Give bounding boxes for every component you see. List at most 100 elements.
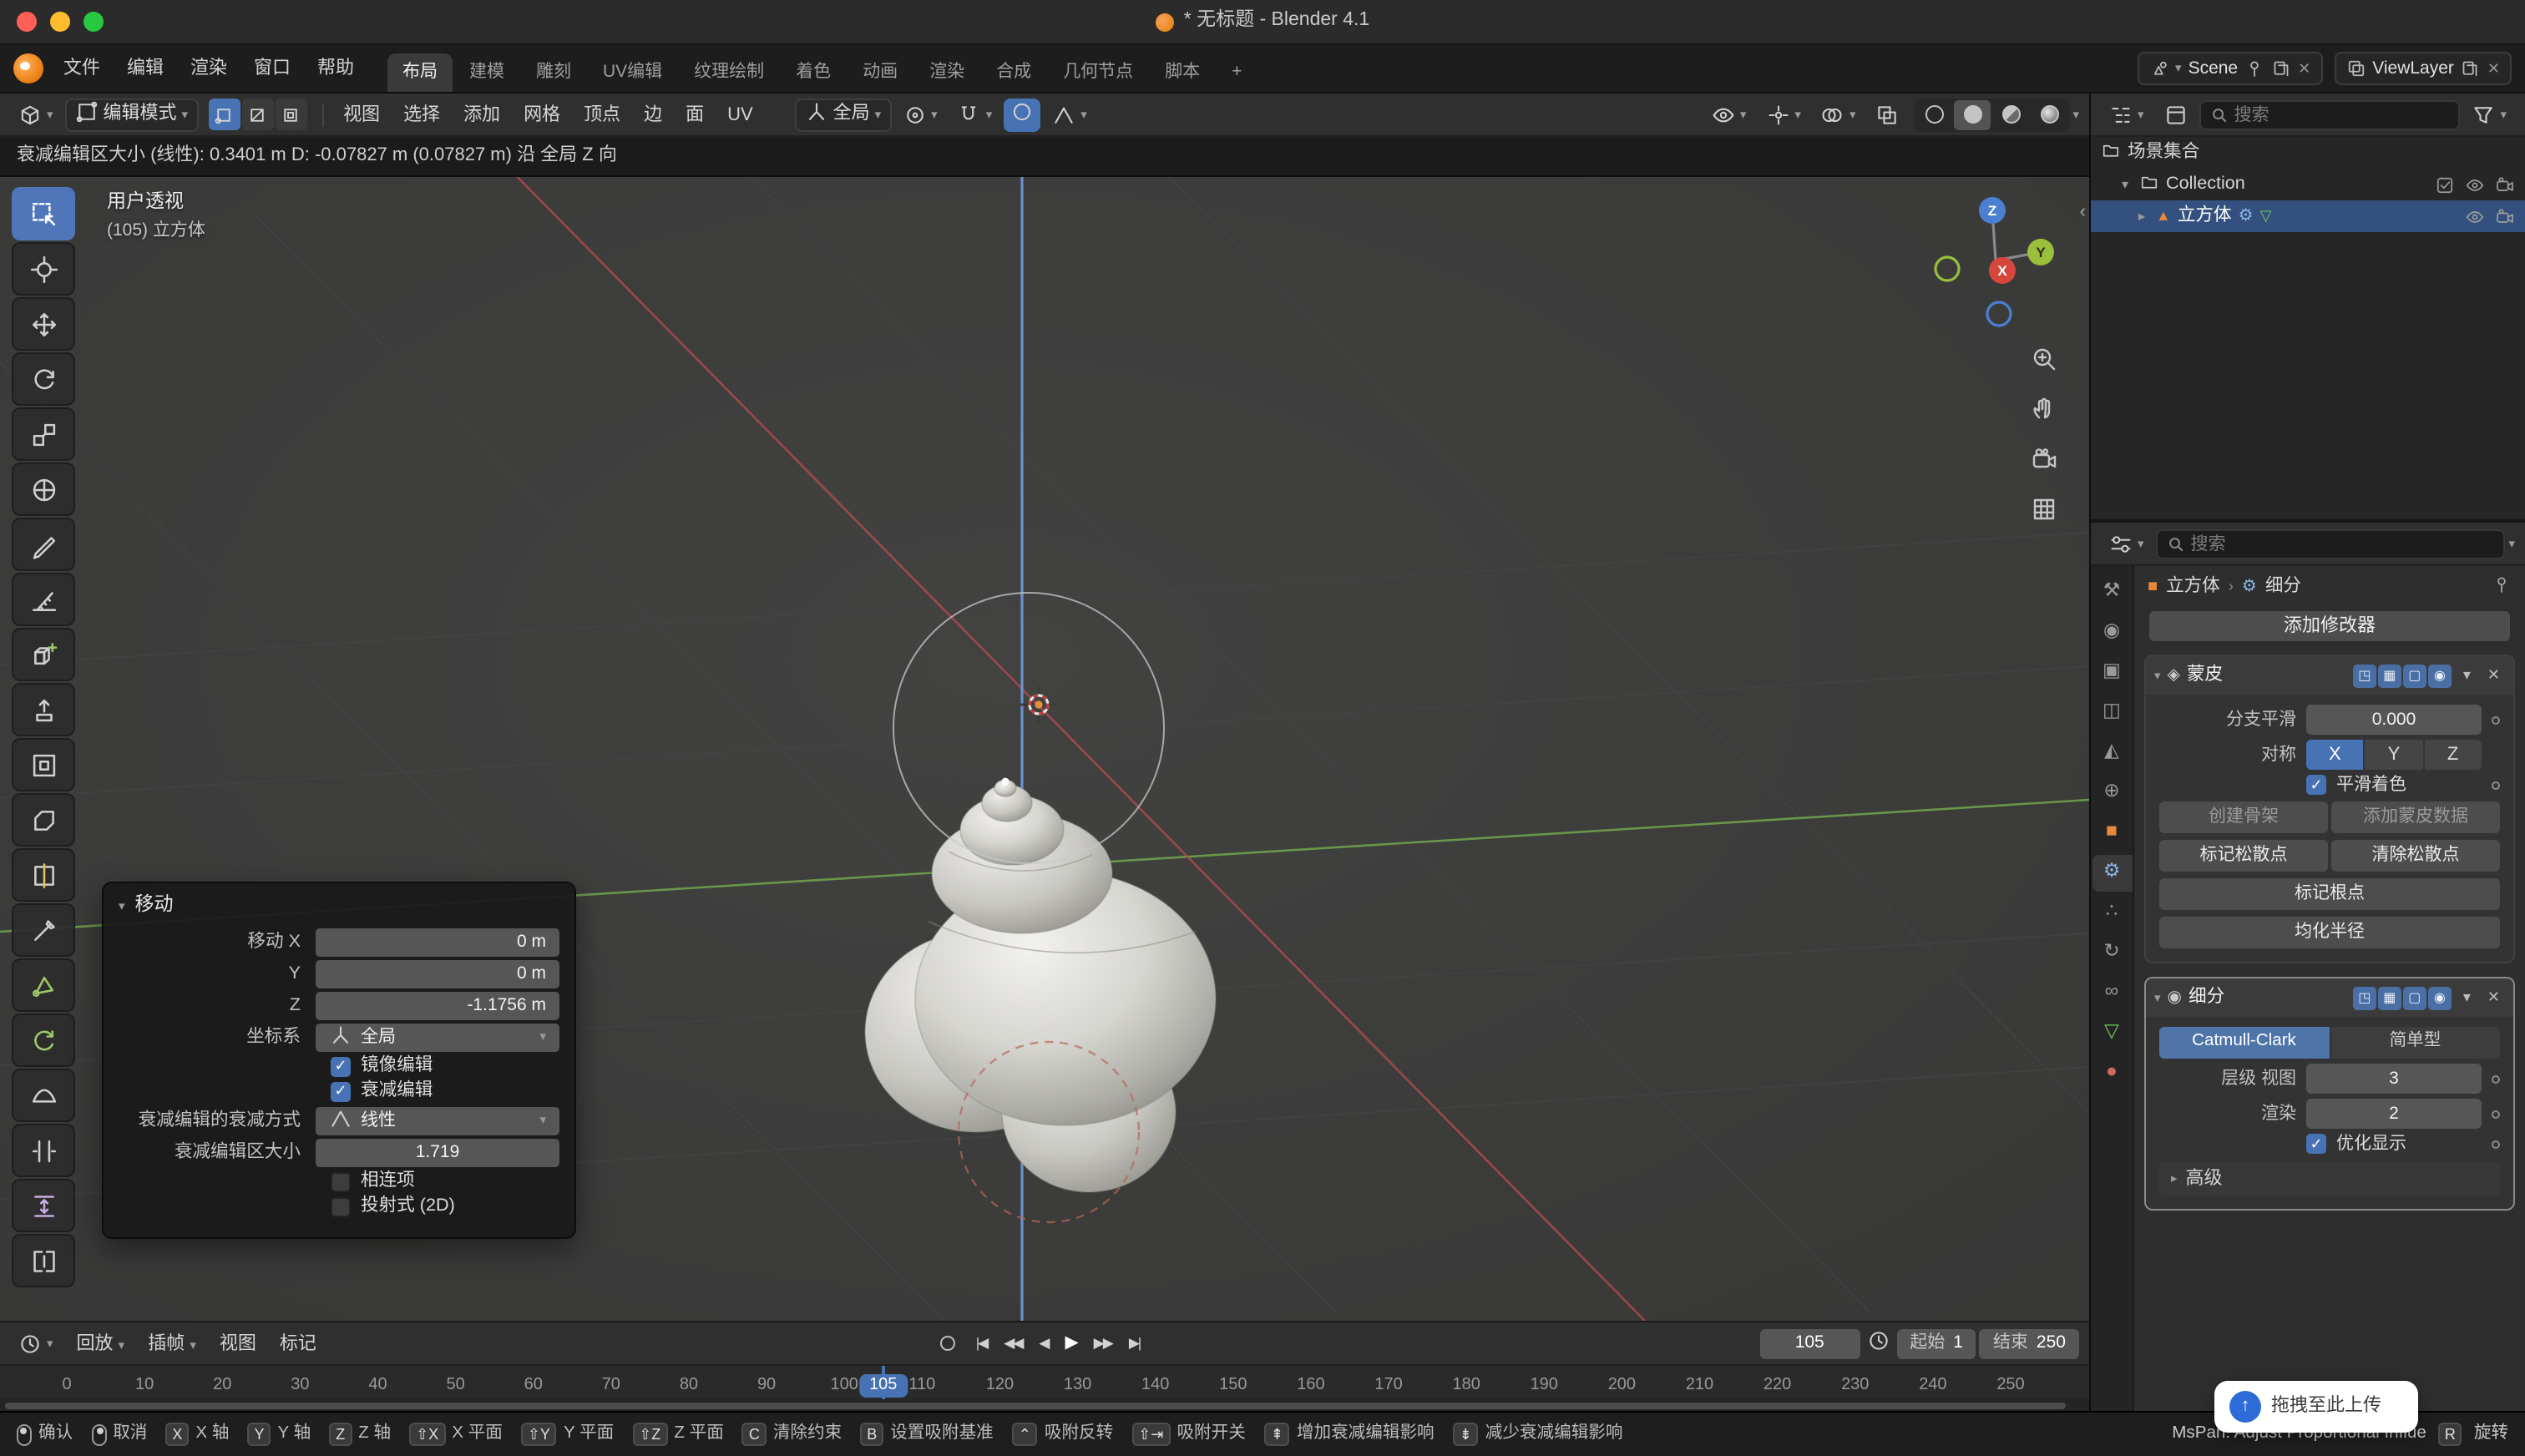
face-select-button[interactable] [275, 99, 306, 130]
disable-in-renders-icon[interactable] [2495, 174, 2515, 195]
outliner-search-input[interactable] [2234, 104, 2449, 124]
proportional-editing-toggle[interactable] [1004, 98, 1040, 131]
tool-rip-region[interactable] [12, 1234, 75, 1287]
display-on-cage-toggle[interactable]: ◳ [2353, 664, 2376, 687]
create-armature-button[interactable]: 创建骨架 [2159, 801, 2328, 833]
advanced-subpanel-toggle[interactable]: ▸ 高级 [2159, 1162, 2500, 1196]
topbar-menu-帮助[interactable]: 帮助 [304, 53, 367, 84]
optimal-display-checkbox[interactable]: ✓ [2306, 1134, 2326, 1154]
pin-id-icon[interactable] [2492, 574, 2512, 599]
add-modifier-button[interactable]: 添加修改器 [2148, 609, 2512, 643]
properties-tab-output[interactable]: ▣ [2092, 655, 2132, 691]
orientation-dropdown[interactable]: 全局 ▾ [316, 1023, 559, 1051]
scrollbar-thumb[interactable] [5, 1402, 2066, 1408]
solid-shading-button[interactable] [1954, 99, 1991, 129]
symmetry-y-button[interactable]: Y [2366, 740, 2423, 770]
skin-modifier-name[interactable]: 蒙皮 [2187, 666, 2223, 685]
hide-in-viewport-icon[interactable] [2465, 174, 2485, 195]
levels-render-field[interactable]: 2 [2306, 1099, 2482, 1129]
jump-to-end-button[interactable]: ▶| [1122, 1333, 1147, 1354]
sidebar-collapse-icon[interactable]: ‹ [2080, 204, 2086, 222]
properties-tab-view-layer[interactable]: ◫ [2092, 695, 2132, 731]
mirror-editing-checkbox[interactable]: ✓ [331, 1056, 351, 1076]
outliner-display-mode-button[interactable] [2156, 98, 2196, 131]
selected-vertex[interactable] [1002, 778, 1009, 786]
viewport-menu-UV[interactable]: UV [716, 98, 765, 131]
outliner-filter-button[interactable]: ▾ [2463, 98, 2515, 131]
outliner-row-collection[interactable]: ▾ Collection [2091, 169, 2525, 200]
decorator-dot[interactable] [2492, 781, 2500, 789]
outliner-row-cube[interactable]: ▸ ▲ 立方体 ⚙ ▽ [2091, 200, 2525, 232]
navigation-gizmo[interactable]: Z Y X [1925, 190, 2066, 331]
tool-loop-cut[interactable] [12, 848, 75, 902]
next-keyframe-button[interactable]: ▶▶ [1087, 1333, 1119, 1354]
tool-knife[interactable] [12, 903, 75, 957]
properties-tab-object[interactable]: ■ [2092, 815, 2132, 852]
pivot-point-selector[interactable]: ▾ [894, 98, 946, 131]
properties-tab-world[interactable]: ⊕ [2092, 775, 2132, 811]
viewport-3d[interactable]: 用户透视 (105) 立方体 Z Y [0, 177, 2089, 1321]
hide-in-viewport-icon[interactable] [2465, 206, 2485, 226]
workspace-tab-脚本[interactable]: 脚本 [1150, 53, 1215, 92]
display-editmode-toggle[interactable]: ▦ [2378, 664, 2401, 687]
workspace-tab-UV编辑[interactable]: UV编辑 [588, 53, 677, 92]
levels-viewport-field[interactable]: 3 [2306, 1064, 2482, 1094]
workspace-tab-+[interactable]: + [1217, 53, 1257, 92]
pan-view-button[interactable] [2026, 391, 2062, 427]
topbar-menu-文件[interactable]: 文件 [50, 53, 114, 84]
decorator-dot[interactable] [2492, 715, 2500, 724]
frame-start-field[interactable]: 起始1 [1896, 1328, 1976, 1358]
zoom-window-button[interactable] [83, 12, 104, 32]
properties-search-input[interactable] [2191, 533, 2494, 554]
properties-tab-object-data[interactable]: ▽ [2092, 1015, 2132, 1052]
branch-smoothing-field[interactable]: 0.000 [2306, 705, 2482, 735]
modifier-extras-icon[interactable]: ▾ [2458, 668, 2476, 683]
rendered-shading-button[interactable] [2031, 99, 2067, 129]
orthographic-toggle-button[interactable] [2026, 491, 2062, 528]
tool-smooth[interactable] [12, 1069, 75, 1122]
timeline-menu-回放[interactable]: 回放 ▾ [65, 1327, 137, 1360]
workspace-tab-渲染[interactable]: 渲染 [914, 53, 979, 92]
tool-measure[interactable] [12, 573, 75, 626]
timeline-menu-标记[interactable]: 标记 [268, 1327, 328, 1360]
pin-icon[interactable] [2244, 58, 2264, 78]
smooth-shading-checkbox[interactable]: ✓ [2306, 775, 2326, 795]
breadcrumb-modifier[interactable]: 细分 [2265, 578, 2301, 596]
tool-annotate[interactable] [12, 518, 75, 571]
transform-orientation-selector[interactable]: 全局 ▾ [795, 98, 892, 131]
editor-type-button[interactable]: ▾ [10, 98, 62, 131]
move-y-field[interactable]: 0 m [316, 959, 559, 988]
overlays-button[interactable]: ▾ [1813, 98, 1865, 131]
tool-inset-faces[interactable] [12, 738, 75, 791]
topbar-menu-渲染[interactable]: 渲染 [177, 53, 240, 84]
decorator-dot[interactable] [2492, 1074, 2500, 1083]
connected-checkbox[interactable]: ✓ [331, 1171, 351, 1191]
properties-tab-particles[interactable]: ∴ [2092, 895, 2132, 932]
clear-loose-button[interactable]: 清除松散点 [2331, 840, 2500, 872]
properties-tab-render[interactable]: ◉ [2092, 614, 2132, 651]
subdiv-modifier-name[interactable]: 细分 [2189, 988, 2224, 1007]
timeline-menu-插帧[interactable]: 插帧 ▾ [136, 1327, 208, 1360]
frame-end-field[interactable]: 结束250 [1980, 1328, 2079, 1358]
camera-view-button[interactable] [2026, 441, 2062, 478]
tool-add-cube[interactable] [12, 628, 75, 681]
tool-cursor[interactable] [12, 242, 75, 296]
tool-shrink-fatten[interactable] [12, 1179, 75, 1232]
viewport-menu-边[interactable]: 边 [632, 98, 674, 131]
catmull-clark-button[interactable]: Catmull-Clark [2159, 1027, 2329, 1059]
properties-editor-type-button[interactable]: ▾ [2101, 527, 2153, 560]
simple-button[interactable]: 简单型 [2330, 1027, 2500, 1059]
gizmos-button[interactable]: ▾ [1758, 98, 1809, 131]
chevron-down-icon[interactable]: ▾ [2154, 670, 2161, 682]
close-window-button[interactable] [17, 12, 37, 32]
jump-to-start-button[interactable]: |◀ [969, 1333, 994, 1354]
minimize-window-button[interactable] [50, 12, 70, 32]
current-frame-field[interactable]: 105 [1759, 1328, 1860, 1358]
tool-select-box[interactable] [12, 187, 75, 240]
properties-tab-scene[interactable]: ◭ [2092, 735, 2132, 771]
workspace-tab-雕刻[interactable]: 雕刻 [521, 53, 586, 92]
play-button[interactable]: ▶ [1059, 1332, 1084, 1356]
projected-2d-checkbox[interactable]: ✓ [331, 1196, 351, 1216]
xray-toggle[interactable] [1867, 98, 1907, 131]
tool-rotate[interactable] [12, 352, 75, 406]
